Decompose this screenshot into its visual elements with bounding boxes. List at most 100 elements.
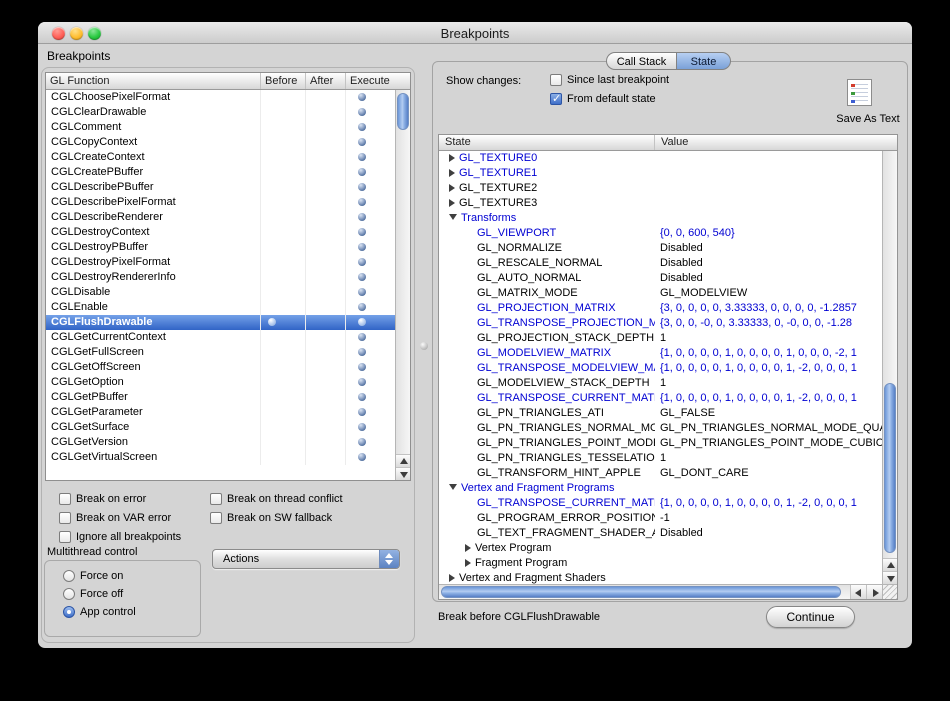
scroll-up-arrow[interactable] — [883, 558, 897, 571]
after-breakpoint-cell[interactable] — [306, 105, 346, 120]
state-row[interactable]: GL_NORMALIZEDisabled — [439, 241, 882, 256]
state-row[interactable]: Vertex and Fragment Programs — [439, 481, 882, 496]
state-row[interactable]: GL_MODELVIEW_STACK_DEPTH1 — [439, 376, 882, 391]
after-breakpoint-cell[interactable] — [306, 285, 346, 300]
after-breakpoint-cell[interactable] — [306, 390, 346, 405]
state-row[interactable]: GL_TRANSPOSE_CURRENT_MATRI{1, 0, 0, 0, 0… — [439, 496, 882, 511]
disclosure-triangle-icon[interactable] — [449, 169, 455, 177]
before-breakpoint-cell[interactable] — [261, 255, 306, 270]
state-row[interactable]: GL_PROGRAM_ERROR_POSITION_A-1 — [439, 511, 882, 526]
checkbox-box[interactable] — [59, 493, 71, 505]
scroll-down-arrow[interactable] — [883, 571, 897, 584]
state-row[interactable]: GL_PN_TRIANGLES_NORMAL_MODGL_PN_TRIANGLE… — [439, 421, 882, 436]
execute-cell[interactable] — [346, 375, 395, 390]
after-breakpoint-cell[interactable] — [306, 435, 346, 450]
splitter-dimple[interactable] — [420, 342, 428, 350]
after-breakpoint-cell[interactable] — [306, 270, 346, 285]
disclosure-triangle-icon[interactable] — [449, 484, 457, 490]
before-breakpoint-cell[interactable] — [261, 195, 306, 210]
before-breakpoint-cell[interactable] — [261, 390, 306, 405]
execute-cell[interactable] — [346, 435, 395, 450]
scroll-left-arrow[interactable] — [850, 585, 866, 599]
state-row[interactable]: GL_AUTO_NORMALDisabled — [439, 271, 882, 286]
checkbox-break-on-thread-conflict[interactable]: Break on thread conflict — [210, 492, 343, 505]
after-breakpoint-cell[interactable] — [306, 300, 346, 315]
scrollbar-thumb[interactable] — [397, 93, 409, 130]
state-row[interactable]: GL_TRANSPOSE_PROJECTION_MAT{3, 0, 0, -0,… — [439, 316, 882, 331]
column-header-state[interactable]: State — [439, 135, 655, 150]
state-row[interactable]: GL_TEXTURE2 — [439, 181, 882, 196]
after-breakpoint-cell[interactable] — [306, 135, 346, 150]
execute-cell[interactable] — [346, 225, 395, 240]
after-breakpoint-cell[interactable] — [306, 240, 346, 255]
before-breakpoint-cell[interactable] — [261, 330, 306, 345]
actions-dropdown[interactable]: Actions — [212, 549, 400, 569]
radio-app-control[interactable]: App control — [63, 605, 136, 618]
after-breakpoint-cell[interactable] — [306, 315, 346, 330]
before-breakpoint-cell[interactable] — [261, 180, 306, 195]
function-row[interactable]: CGLDescribeRenderer — [46, 210, 395, 225]
before-breakpoint-cell[interactable] — [261, 360, 306, 375]
before-breakpoint-cell[interactable] — [261, 315, 306, 330]
after-breakpoint-cell[interactable] — [306, 345, 346, 360]
state-row[interactable]: GL_TEXTURE0 — [439, 151, 882, 166]
execute-cell[interactable] — [346, 255, 395, 270]
checkbox-from-default-state[interactable]: From default state — [550, 92, 656, 105]
state-row[interactable]: GL_MODELVIEW_MATRIX{1, 0, 0, 0, 0, 1, 0,… — [439, 346, 882, 361]
state-row[interactable]: GL_PN_TRIANGLES_TESSELATION_1 — [439, 451, 882, 466]
function-row[interactable]: CGLGetOption — [46, 375, 395, 390]
function-row[interactable]: CGLDescribePBuffer — [46, 180, 395, 195]
state-row[interactable]: GL_RESCALE_NORMALDisabled — [439, 256, 882, 271]
execute-cell[interactable] — [346, 285, 395, 300]
checkbox-break-on-var-error[interactable]: Break on VAR error — [59, 511, 171, 524]
function-row[interactable]: CGLEnable — [46, 300, 395, 315]
execute-cell[interactable] — [346, 450, 395, 465]
execute-cell[interactable] — [346, 150, 395, 165]
after-breakpoint-cell[interactable] — [306, 330, 346, 345]
checkbox-box[interactable] — [59, 512, 71, 524]
column-header-value[interactable]: Value — [655, 135, 897, 150]
column-header-gl-function[interactable]: GL Function — [46, 73, 261, 89]
before-breakpoint-cell[interactable] — [261, 420, 306, 435]
after-breakpoint-cell[interactable] — [306, 420, 346, 435]
execute-cell[interactable] — [346, 120, 395, 135]
state-row[interactable]: GL_PN_TRIANGLES_POINT_MODE_GL_PN_TRIANGL… — [439, 436, 882, 451]
after-breakpoint-cell[interactable] — [306, 150, 346, 165]
state-row[interactable]: Vertex Program — [439, 541, 882, 556]
checkbox-box[interactable] — [550, 74, 562, 86]
tab-state[interactable]: State — [676, 52, 731, 70]
before-breakpoint-cell[interactable] — [261, 450, 306, 465]
execute-cell[interactable] — [346, 240, 395, 255]
tab-call-stack[interactable]: Call Stack — [606, 52, 676, 70]
before-breakpoint-cell[interactable] — [261, 300, 306, 315]
function-row[interactable]: CGLDestroyContext — [46, 225, 395, 240]
radio-force-on[interactable]: Force on — [63, 569, 123, 582]
state-row[interactable]: GL_TRANSFORM_HINT_APPLEGL_DONT_CARE — [439, 466, 882, 481]
after-breakpoint-cell[interactable] — [306, 120, 346, 135]
execute-cell[interactable] — [346, 195, 395, 210]
checkbox-ignore-all-breakpoints[interactable]: Ignore all breakpoints — [59, 530, 181, 543]
function-row[interactable]: CGLDestroyRendererInfo — [46, 270, 395, 285]
checkbox-break-on-error[interactable]: Break on error — [59, 492, 146, 505]
function-row[interactable]: CGLDestroyPixelFormat — [46, 255, 395, 270]
before-breakpoint-cell[interactable] — [261, 120, 306, 135]
execute-cell[interactable] — [346, 90, 395, 105]
execute-cell[interactable] — [346, 345, 395, 360]
before-breakpoint-cell[interactable] — [261, 375, 306, 390]
checkbox-since-last-breakpoint[interactable]: Since last breakpoint — [550, 73, 669, 86]
checkbox-box[interactable] — [550, 93, 562, 105]
radio-force-off[interactable]: Force off — [63, 587, 123, 600]
scroll-right-arrow[interactable] — [866, 585, 882, 599]
function-row[interactable]: CGLDisable — [46, 285, 395, 300]
before-breakpoint-cell[interactable] — [261, 165, 306, 180]
function-row[interactable]: CGLFlushDrawable — [46, 315, 395, 330]
execute-cell[interactable] — [346, 330, 395, 345]
before-breakpoint-cell[interactable] — [261, 90, 306, 105]
before-breakpoint-cell[interactable] — [261, 210, 306, 225]
function-row[interactable]: CGLGetOffScreen — [46, 360, 395, 375]
save-as-text-icon[interactable] — [847, 79, 872, 106]
state-table-horizontal-scrollbar[interactable] — [439, 584, 882, 599]
before-breakpoint-cell[interactable] — [261, 240, 306, 255]
state-row[interactable]: Vertex and Fragment Shaders — [439, 571, 882, 584]
function-row[interactable]: CGLGetPBuffer — [46, 390, 395, 405]
